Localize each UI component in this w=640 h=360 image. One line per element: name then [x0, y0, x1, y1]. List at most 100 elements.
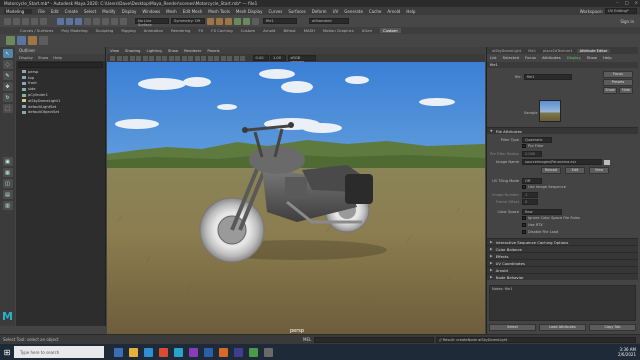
- anti-alias-icon[interactable]: [227, 55, 232, 61]
- section-header[interactable]: ▶ Color Balance: [487, 245, 638, 252]
- film-gate-icon[interactable]: [136, 55, 141, 61]
- notes-area[interactable]: Notes: file1: [489, 285, 636, 321]
- wireframe-icon[interactable]: [175, 55, 180, 61]
- new-scene-icon[interactable]: [4, 17, 11, 25]
- focus-button[interactable]: Focus: [603, 71, 633, 78]
- select-component-icon[interactable]: [75, 17, 82, 25]
- name-field[interactable]: file1: [263, 18, 297, 24]
- menu-cache[interactable]: Cache: [369, 9, 381, 14]
- section-header[interactable]: ▶ Interactive Sequence Caching Options: [487, 238, 638, 245]
- gate-mask-icon[interactable]: [149, 55, 154, 61]
- camera-attributes-icon[interactable]: [110, 55, 115, 61]
- shelf-tab[interactable]: FX Caching: [211, 28, 232, 33]
- viewport-menu-panels[interactable]: Panels: [207, 48, 219, 53]
- ae-menu-show[interactable]: Show: [587, 55, 597, 60]
- ae-menu-focus[interactable]: Focus: [525, 55, 536, 60]
- section-header[interactable]: ▶ Arnold: [487, 266, 638, 273]
- render-setting-dropdown[interactable]: aiStandard: [309, 18, 349, 24]
- four-view-icon[interactable]: ▦: [2, 168, 13, 177]
- snap-grid-icon[interactable]: [84, 17, 91, 25]
- show-button[interactable]: Show: [603, 87, 617, 94]
- single-view-icon[interactable]: ▣: [2, 157, 13, 166]
- image-name-field[interactable]: sourceimages\Panorama.exr: [522, 159, 602, 165]
- menu-modify[interactable]: Modify: [102, 9, 115, 14]
- menu-uv[interactable]: UV: [333, 9, 339, 14]
- lasso-tool-icon[interactable]: ◌: [2, 60, 13, 69]
- command-input[interactable]: [314, 336, 435, 343]
- undo-icon[interactable]: [31, 17, 38, 25]
- menu-deform[interactable]: Deform: [312, 9, 327, 14]
- section-header[interactable]: ▶ Effects: [487, 252, 638, 259]
- image-plane-icon[interactable]: [123, 55, 128, 61]
- app-icon[interactable]: [264, 347, 273, 357]
- ae-menu-list[interactable]: List: [490, 55, 497, 60]
- outliner-menu-display[interactable]: Display: [19, 55, 33, 60]
- use-all-lights-icon[interactable]: [201, 55, 206, 61]
- snap-curve-icon[interactable]: [93, 17, 100, 25]
- ae-menu-help[interactable]: Help: [603, 55, 612, 60]
- view-button[interactable]: View: [589, 167, 609, 174]
- select-tool-icon[interactable]: ↖: [2, 49, 13, 58]
- shelf-tab[interactable]: Rigging: [121, 28, 135, 33]
- premiere-icon[interactable]: [189, 347, 198, 357]
- ae-menu-attributes[interactable]: Attributes: [542, 55, 561, 60]
- ae-menu-display[interactable]: Display: [567, 55, 581, 60]
- textured-icon[interactable]: [194, 55, 200, 61]
- section-header[interactable]: ▼ File Attributes: [487, 127, 638, 134]
- menu-display[interactable]: Display: [122, 9, 137, 14]
- smooth-shade-icon[interactable]: [181, 55, 187, 61]
- viewport-menu-shading[interactable]: Shading: [125, 48, 140, 53]
- resolution-gate-icon[interactable]: [142, 55, 148, 61]
- outliner-item[interactable]: defaultObjectSet: [16, 110, 105, 116]
- render-view-icon[interactable]: [243, 17, 250, 25]
- section-header[interactable]: ▶ Node Behavior: [487, 273, 638, 280]
- presets-button[interactable]: Presets: [603, 79, 633, 86]
- snap-surface-icon[interactable]: [120, 17, 127, 25]
- filter-type-dropdown[interactable]: Quadratic: [522, 137, 552, 143]
- viewport-menu-view[interactable]: View: [110, 48, 119, 53]
- node-tab[interactable]: aiSkyDomeLight: [489, 49, 524, 53]
- workspace-dropdown[interactable]: UV Editing*: [605, 8, 637, 14]
- edit-button[interactable]: Edit: [565, 167, 585, 174]
- outliner-menu-help[interactable]: Help: [53, 55, 62, 60]
- bookmark-icon[interactable]: [116, 55, 122, 61]
- ignore-color-space-checkbox[interactable]: [522, 216, 526, 220]
- shadows-icon[interactable]: [207, 55, 213, 61]
- section-header[interactable]: ▶ UV Coordinates: [487, 259, 638, 266]
- color-space-dropdown[interactable]: sRGB gamma: [287, 55, 316, 64]
- exposure-field[interactable]: 0.00: [252, 55, 269, 61]
- live-surface-field[interactable]: No Live Surface: [135, 18, 169, 27]
- xray-icon[interactable]: [240, 55, 245, 61]
- load-attributes-button[interactable]: Load Attributes: [539, 324, 586, 331]
- select-button[interactable]: Select: [489, 324, 536, 331]
- shelf-tool-icon[interactable]: [28, 36, 37, 45]
- task-view-icon[interactable]: [114, 347, 123, 357]
- uv-tiling-mode-dropdown[interactable]: Off: [522, 178, 542, 184]
- shelf-tab[interactable]: Sculpting: [96, 28, 114, 33]
- sign-in-link[interactable]: Sign in: [620, 19, 634, 24]
- isolate-select-icon[interactable]: [233, 55, 239, 61]
- side-by-side-icon[interactable]: ◫: [2, 179, 13, 188]
- viewport-menu-lighting[interactable]: Lighting: [146, 48, 161, 53]
- shelf-tab[interactable]: Curves / Surfaces: [20, 28, 53, 33]
- ipr-render-icon[interactable]: [216, 17, 223, 25]
- shelf-tool-icon[interactable]: [39, 36, 48, 45]
- disable-file-load-checkbox[interactable]: [522, 230, 526, 234]
- snap-view-icon[interactable]: [111, 17, 118, 25]
- menu-generate[interactable]: Generate: [344, 9, 363, 14]
- windows-start-icon[interactable]: ⊞: [0, 344, 14, 360]
- gamma-field[interactable]: 1.00: [270, 55, 286, 61]
- grid-icon[interactable]: [129, 55, 135, 61]
- outliner-layout-icon[interactable]: ▤: [2, 190, 13, 199]
- chrome-icon[interactable]: [159, 347, 168, 357]
- input-line-icon[interactable]: [252, 17, 259, 25]
- shelf-tab[interactable]: Bifrost: [283, 28, 295, 33]
- menu-mesh-display[interactable]: Mesh Display: [236, 9, 263, 14]
- select-hierarchy-icon[interactable]: [57, 17, 64, 25]
- shelf-tab[interactable]: Custom: [241, 28, 256, 33]
- save-scene-icon[interactable]: [22, 17, 29, 25]
- menu-arnold[interactable]: Arnold: [387, 9, 400, 14]
- shelf-tab[interactable]: Motion Graphics: [323, 28, 354, 33]
- shelf-tab-active[interactable]: Custom: [380, 28, 401, 33]
- menu-curves[interactable]: Curves: [268, 9, 282, 14]
